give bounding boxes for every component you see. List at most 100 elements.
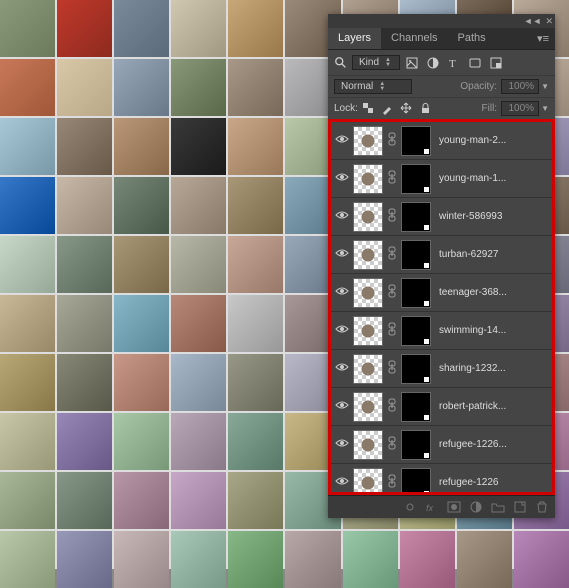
visibility-toggle-icon[interactable]	[333, 134, 351, 147]
layer-row[interactable]: robert-patrick...	[331, 388, 552, 426]
layer-name[interactable]: swimming-14...	[433, 325, 550, 336]
layer-thumbnail[interactable]	[353, 202, 383, 232]
layer-mask-thumbnail[interactable]	[401, 164, 431, 194]
layer-mask-thumbnail[interactable]	[401, 316, 431, 346]
layer-mask-thumbnail[interactable]	[401, 468, 431, 493]
grid-thumbnail	[171, 354, 226, 411]
close-icon[interactable]: ✕	[545, 16, 553, 27]
layer-name[interactable]: young-man-1...	[433, 173, 550, 184]
filter-kind-select[interactable]: Kind▲▼	[334, 55, 400, 70]
layer-mask-thumbnail[interactable]	[401, 126, 431, 156]
layer-mask-thumbnail[interactable]	[401, 354, 431, 384]
layer-row[interactable]: teenager-368...	[331, 274, 552, 312]
fx-icon[interactable]: fx	[425, 500, 439, 514]
grid-thumbnail	[228, 413, 283, 470]
fill-value[interactable]: 100%	[501, 101, 539, 116]
opacity-value[interactable]: 100%	[501, 79, 539, 94]
group-icon[interactable]	[491, 500, 505, 514]
grid-thumbnail	[171, 531, 226, 588]
layers-list[interactable]: young-man-2... young-man-1... winter-58699…	[331, 122, 552, 492]
new-layer-icon[interactable]	[513, 500, 527, 514]
fill-dropdown-icon[interactable]: ▼	[541, 104, 549, 113]
filter-type-icon[interactable]: T	[447, 56, 461, 70]
layer-thumbnail[interactable]	[353, 354, 383, 384]
lock-transparency-icon[interactable]	[362, 102, 375, 115]
tab-channels[interactable]: Channels	[381, 28, 447, 49]
grid-thumbnail	[57, 177, 112, 234]
visibility-toggle-icon[interactable]	[333, 400, 351, 413]
layer-name[interactable]: turban-62927	[433, 249, 550, 260]
layer-name[interactable]: young-man-2...	[433, 135, 550, 146]
layer-mask-thumbnail[interactable]	[401, 278, 431, 308]
opacity-dropdown-icon[interactable]: ▼	[541, 82, 549, 91]
layer-thumbnail[interactable]	[353, 278, 383, 308]
filter-shape-icon[interactable]	[468, 56, 482, 70]
grid-thumbnail	[114, 413, 169, 470]
layer-thumbnail[interactable]	[353, 126, 383, 156]
layer-mask-thumbnail[interactable]	[401, 392, 431, 422]
layer-name[interactable]: teenager-368...	[433, 287, 550, 298]
lock-position-icon[interactable]	[400, 102, 413, 115]
panel-menu-icon[interactable]: ▾≡	[531, 28, 555, 49]
link-layers-icon[interactable]	[403, 500, 417, 514]
layer-name[interactable]: refugee-1226...	[433, 439, 550, 450]
visibility-toggle-icon[interactable]	[333, 248, 351, 261]
grid-thumbnail	[171, 177, 226, 234]
grid-thumbnail	[0, 413, 55, 470]
layer-thumbnail[interactable]	[353, 164, 383, 194]
layer-row[interactable]: winter-586993	[331, 198, 552, 236]
grid-thumbnail	[114, 236, 169, 293]
layer-mask-thumbnail[interactable]	[401, 202, 431, 232]
grid-thumbnail	[57, 118, 112, 175]
link-icon	[385, 246, 399, 263]
layer-thumbnail[interactable]	[353, 316, 383, 346]
visibility-toggle-icon[interactable]	[333, 438, 351, 451]
grid-thumbnail	[57, 413, 112, 470]
visibility-toggle-icon[interactable]	[333, 476, 351, 489]
panel-tabs: Layers Channels Paths ▾≡	[328, 28, 555, 50]
visibility-toggle-icon[interactable]	[333, 362, 351, 375]
lock-all-icon[interactable]	[419, 102, 432, 115]
filter-adjustment-icon[interactable]	[426, 56, 440, 70]
visibility-toggle-icon[interactable]	[333, 172, 351, 185]
layer-name[interactable]: refugee-1226	[433, 477, 550, 488]
mask-icon[interactable]	[447, 500, 461, 514]
tab-paths[interactable]: Paths	[448, 28, 496, 49]
layer-thumbnail[interactable]	[353, 240, 383, 270]
layers-bottom-bar: fx	[328, 495, 555, 518]
adjustment-layer-icon[interactable]	[469, 500, 483, 514]
layer-mask-thumbnail[interactable]	[401, 240, 431, 270]
blend-mode-select[interactable]: Normal▲▼	[334, 79, 412, 94]
tab-layers[interactable]: Layers	[328, 28, 381, 49]
blend-mode-row: Normal▲▼ Opacity: 100% ▼	[328, 75, 555, 97]
grid-thumbnail	[514, 531, 569, 588]
layer-name[interactable]: robert-patrick...	[433, 401, 550, 412]
layer-name[interactable]: sharing-1232...	[433, 363, 550, 374]
layer-row[interactable]: refugee-1226	[331, 464, 552, 492]
lock-pixels-icon[interactable]	[381, 102, 394, 115]
layer-name[interactable]: winter-586993	[433, 211, 550, 222]
filter-smartobject-icon[interactable]	[489, 56, 503, 70]
visibility-toggle-icon[interactable]	[333, 210, 351, 223]
visibility-toggle-icon[interactable]	[333, 324, 351, 337]
layer-thumbnail[interactable]	[353, 392, 383, 422]
layer-row[interactable]: turban-62927	[331, 236, 552, 274]
filter-pixel-icon[interactable]	[405, 56, 419, 70]
svg-text:fx: fx	[426, 503, 434, 513]
layer-thumbnail[interactable]	[353, 430, 383, 460]
layer-thumbnail[interactable]	[353, 468, 383, 493]
layer-row[interactable]: swimming-14...	[331, 312, 552, 350]
layer-row[interactable]: sharing-1232...	[331, 350, 552, 388]
grid-thumbnail	[57, 472, 112, 529]
delete-icon[interactable]	[535, 500, 549, 514]
blend-mode-value: Normal	[341, 81, 373, 92]
collapse-icon[interactable]: ◄◄	[524, 16, 542, 26]
grid-thumbnail	[228, 354, 283, 411]
layer-row[interactable]: young-man-1...	[331, 160, 552, 198]
layer-row[interactable]: refugee-1226...	[331, 426, 552, 464]
grid-thumbnail	[171, 59, 226, 116]
visibility-toggle-icon[interactable]	[333, 286, 351, 299]
link-icon	[385, 132, 399, 149]
layer-mask-thumbnail[interactable]	[401, 430, 431, 460]
layer-row[interactable]: young-man-2...	[331, 122, 552, 160]
